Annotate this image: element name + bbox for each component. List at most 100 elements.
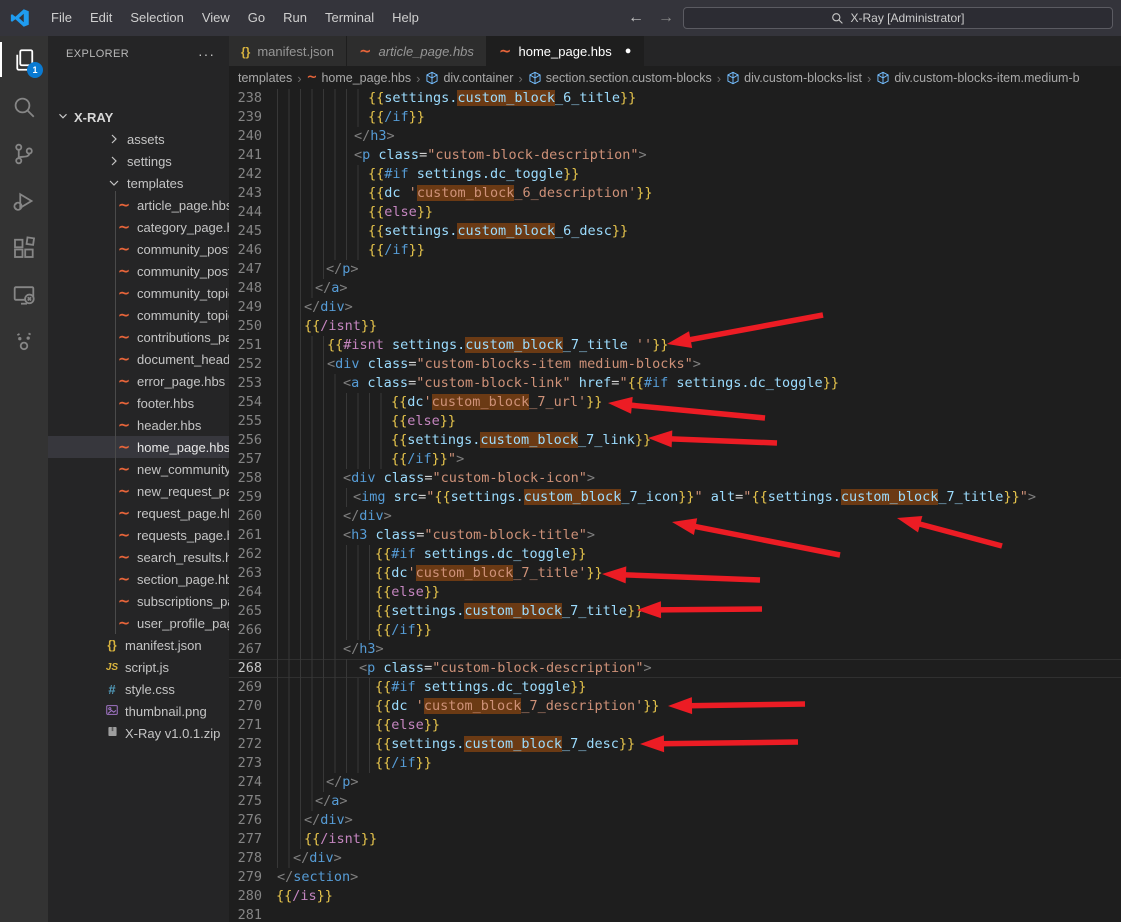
- menu-run[interactable]: Run: [274, 0, 316, 36]
- code-line-260[interactable]: 260</div>: [229, 507, 1121, 526]
- tab-article-page-hbs[interactable]: ~article_page.hbs: [347, 36, 487, 66]
- code-line-268[interactable]: 268<p class="custom-block-description">: [229, 659, 1121, 678]
- code-line-255[interactable]: 255{{else}}: [229, 412, 1121, 431]
- code-line-240[interactable]: 240</h3>: [229, 127, 1121, 146]
- sidebar-item-section-page-hbs[interactable]: ~section_page.hbs: [48, 568, 229, 590]
- forward-arrow-icon[interactable]: →: [658, 9, 674, 27]
- menu-selection[interactable]: Selection: [121, 0, 192, 36]
- sidebar-item-community-post-pa[interactable]: ~community_post_pa...: [48, 260, 229, 282]
- menu-file[interactable]: File: [42, 0, 81, 36]
- sidebar-item-x-ray-v1-0-1-zip[interactable]: X-Ray v1.0.1.zip: [48, 722, 229, 744]
- sidebar-folder-assets[interactable]: assets: [48, 128, 229, 150]
- breadcrumb-item-div-custom-blocks-list[interactable]: div.custom-blocks-list: [726, 71, 862, 85]
- breadcrumb-item-home-page-hbs[interactable]: ~home_page.hbs: [307, 71, 412, 85]
- code-line-249[interactable]: 249</div>: [229, 298, 1121, 317]
- code-line-273[interactable]: 273{{/if}}: [229, 754, 1121, 773]
- menu-edit[interactable]: Edit: [81, 0, 121, 36]
- code-line-238[interactable]: 238{{settings.custom_block_6_title}}: [229, 89, 1121, 108]
- code-line-246[interactable]: 246{{/if}}: [229, 241, 1121, 260]
- modified-dot-icon[interactable]: ●: [625, 45, 632, 57]
- activity-extensions-icon[interactable]: [0, 224, 48, 271]
- code-line-254[interactable]: 254{{dc'custom_block_7_url'}}: [229, 393, 1121, 412]
- activity-search-icon[interactable]: [0, 83, 48, 130]
- code-line-251[interactable]: 251{{#isnt settings.custom_block_7_title…: [229, 336, 1121, 355]
- code-line-252[interactable]: 252<div class="custom-blocks-item medium…: [229, 355, 1121, 374]
- sidebar-item-error-page-hbs[interactable]: ~error_page.hbs: [48, 370, 229, 392]
- code-line-276[interactable]: 276</div>: [229, 811, 1121, 830]
- code-line-280[interactable]: 280{{/is}}: [229, 887, 1121, 906]
- code-line-265[interactable]: 265{{settings.custom_block_7_title}}: [229, 602, 1121, 621]
- code-line-279[interactable]: 279</section>: [229, 868, 1121, 887]
- code-line-263[interactable]: 263{{dc'custom_block_7_title'}}: [229, 564, 1121, 583]
- activity-remote-explorer-icon[interactable]: [0, 271, 48, 318]
- breadcrumb-item-div-custom-blocks-item-medium-b[interactable]: div.custom-blocks-item.medium-b: [876, 71, 1079, 85]
- breadcrumb-item-templates[interactable]: templates: [238, 71, 292, 85]
- sidebar-item-footer-hbs[interactable]: ~footer.hbs: [48, 392, 229, 414]
- sidebar-folder-settings[interactable]: settings: [48, 150, 229, 172]
- code-line-272[interactable]: 272{{settings.custom_block_7_desc}}: [229, 735, 1121, 754]
- more-actions-icon[interactable]: ···: [198, 46, 215, 62]
- code-line-261[interactable]: 261<h3 class="custom-block-title">: [229, 526, 1121, 545]
- menu-help[interactable]: Help: [383, 0, 428, 36]
- breadcrumb-item-div-container[interactable]: div.container: [425, 71, 513, 85]
- sidebar-item-manifest-json[interactable]: {}manifest.json: [48, 634, 229, 656]
- sidebar-item-contributions-page[interactable]: ~contributions_page....: [48, 326, 229, 348]
- code-line-262[interactable]: 262{{#if settings.dc_toggle}}: [229, 545, 1121, 564]
- code-editor[interactable]: 238{{settings.custom_block_6_title}}239{…: [229, 89, 1121, 922]
- sidebar-item-community-topic-pa[interactable]: ~community_topic_pa...: [48, 304, 229, 326]
- sidebar-item-community-topic-lis[interactable]: ~community_topic_lis...: [48, 282, 229, 304]
- code-line-257[interactable]: 257{{/if}}">: [229, 450, 1121, 469]
- code-line-275[interactable]: 275</a>: [229, 792, 1121, 811]
- menu-view[interactable]: View: [193, 0, 239, 36]
- tab-home-page-hbs[interactable]: ~home_page.hbs●: [487, 36, 644, 66]
- code-line-239[interactable]: 239{{/if}}: [229, 108, 1121, 127]
- menu-go[interactable]: Go: [239, 0, 274, 36]
- sidebar-folder-templates[interactable]: templates: [48, 172, 229, 194]
- code-line-277[interactable]: 277{{/isnt}}: [229, 830, 1121, 849]
- code-line-243[interactable]: 243{{dc 'custom_block_6_description'}}: [229, 184, 1121, 203]
- code-line-278[interactable]: 278</div>: [229, 849, 1121, 868]
- sidebar-item-article-page-hbs[interactable]: ~article_page.hbs: [48, 194, 229, 216]
- code-line-266[interactable]: 266{{/if}}: [229, 621, 1121, 640]
- activity-files-icon[interactable]: 1: [0, 36, 48, 83]
- code-line-267[interactable]: 267</h3>: [229, 640, 1121, 659]
- sidebar-item-request-page-hbs[interactable]: ~request_page.hbs: [48, 502, 229, 524]
- sidebar-item-new-request-page-h[interactable]: ~new_request_page.h...: [48, 480, 229, 502]
- sidebar-item-subscriptions-page[interactable]: ~subscriptions_page....: [48, 590, 229, 612]
- activity-extension-face-icon[interactable]: [0, 318, 48, 365]
- tree-root-x-ray[interactable]: X-RAY: [48, 106, 229, 128]
- code-line-269[interactable]: 269{{#if settings.dc_toggle}}: [229, 678, 1121, 697]
- sidebar-item-home-page-hbs[interactable]: ~home_page.hbs: [48, 436, 229, 458]
- sidebar-item-category-page-hbs[interactable]: ~category_page.hbs: [48, 216, 229, 238]
- code-line-244[interactable]: 244{{else}}: [229, 203, 1121, 222]
- sidebar-item-search-results-hbs[interactable]: ~search_results.hbs: [48, 546, 229, 568]
- activity-source-control-icon[interactable]: [0, 130, 48, 177]
- menu-terminal[interactable]: Terminal: [316, 0, 383, 36]
- code-line-250[interactable]: 250{{/isnt}}: [229, 317, 1121, 336]
- code-line-242[interactable]: 242{{#if settings.dc_toggle}}: [229, 165, 1121, 184]
- activity-run-debug-icon[interactable]: [0, 177, 48, 224]
- tab-manifest-json[interactable]: {}manifest.json: [229, 36, 347, 66]
- sidebar-item-header-hbs[interactable]: ~header.hbs: [48, 414, 229, 436]
- sidebar-item-new-community-po[interactable]: ~new_community_po...: [48, 458, 229, 480]
- sidebar-item-requests-page-hbs[interactable]: ~requests_page.hbs: [48, 524, 229, 546]
- sidebar-item-script-js[interactable]: JSscript.js: [48, 656, 229, 678]
- back-arrow-icon[interactable]: ←: [628, 9, 644, 27]
- command-center-search[interactable]: X-Ray [Administrator]: [683, 7, 1113, 29]
- code-line-256[interactable]: 256{{settings.custom_block_7_link}}: [229, 431, 1121, 450]
- code-line-270[interactable]: 270{{dc 'custom_block_7_description'}}: [229, 697, 1121, 716]
- sidebar-item-style-css[interactable]: #style.css: [48, 678, 229, 700]
- code-line-247[interactable]: 247</p>: [229, 260, 1121, 279]
- code-line-274[interactable]: 274</p>: [229, 773, 1121, 792]
- code-line-248[interactable]: 248</a>: [229, 279, 1121, 298]
- sidebar-item-community-post-list[interactable]: ~community_post_list...: [48, 238, 229, 260]
- code-line-271[interactable]: 271{{else}}: [229, 716, 1121, 735]
- code-line-264[interactable]: 264{{else}}: [229, 583, 1121, 602]
- sidebar-item-thumbnail-png[interactable]: thumbnail.png: [48, 700, 229, 722]
- code-line-259[interactable]: 259<img src="{{settings.custom_block_7_i…: [229, 488, 1121, 507]
- sidebar-item-user-profile-page-hbs[interactable]: ~user_profile_page.hbs: [48, 612, 229, 634]
- code-line-241[interactable]: 241<p class="custom-block-description">: [229, 146, 1121, 165]
- sidebar-item-document-head-hbs[interactable]: ~document_head.hbs: [48, 348, 229, 370]
- breadcrumb-item-section-section-custom-blocks[interactable]: section.section.custom-blocks: [528, 71, 712, 85]
- code-line-281[interactable]: 281: [229, 906, 1121, 922]
